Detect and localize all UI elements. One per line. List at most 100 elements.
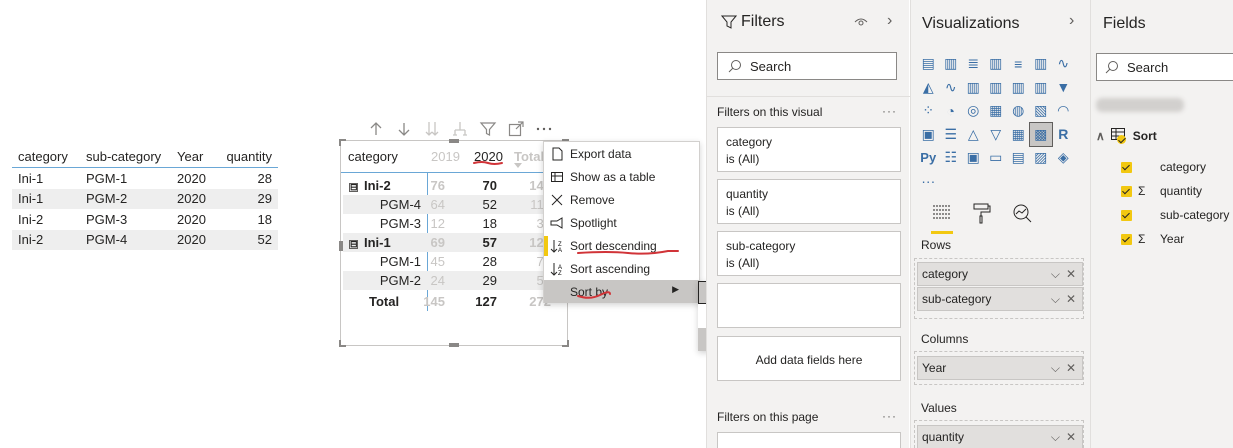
fields-search-input[interactable]: Search	[1096, 53, 1233, 81]
field-item-year[interactable]: Σ Year	[1121, 232, 1184, 246]
matrix-row[interactable]: ⊟ Ini-2 76 70 146	[343, 176, 551, 195]
collapse-icon[interactable]: ⊟	[349, 240, 358, 249]
filter-card-quantity[interactable]: quantity is (All)	[717, 179, 901, 224]
expand-hierarchy-icon[interactable]	[450, 119, 472, 139]
decomposition-tree-icon[interactable]: ▣	[962, 146, 985, 170]
card-icon[interactable]: ▣	[917, 123, 940, 147]
python-visual-icon[interactable]: Py	[917, 146, 940, 170]
menu-item-sort-descending[interactable]: ZA Sort descending	[544, 234, 699, 257]
next-level-icon[interactable]	[422, 119, 444, 139]
chevron-up-icon[interactable]: ∧	[1096, 129, 1105, 143]
line-column-icon[interactable]: ▥	[962, 76, 985, 100]
matrix-row[interactable]: PGM-2 24 29 53	[343, 271, 551, 290]
chevron-down-icon[interactable]: ⌵	[1051, 361, 1060, 376]
columns-field-year[interactable]: Year ⌵ ✕	[917, 356, 1083, 380]
gauge-icon[interactable]: ◠	[1052, 99, 1075, 123]
drill-up-icon[interactable]	[366, 119, 388, 139]
area-chart-icon[interactable]: ◭	[917, 76, 940, 100]
menu-item-remove[interactable]: Remove	[544, 188, 699, 211]
col-header-category[interactable]: category	[12, 149, 81, 164]
100-bar-icon[interactable]: ≡	[1007, 52, 1030, 76]
checkbox-checked[interactable]	[1121, 161, 1132, 173]
collapse-pane-icon[interactable]: ›	[1069, 12, 1074, 30]
resize-handle[interactable]	[449, 343, 459, 347]
analytics-tab[interactable]	[1011, 202, 1033, 227]
scatter-icon[interactable]: ⁘	[917, 99, 940, 123]
matrix-col-category[interactable]: category	[348, 149, 398, 164]
stacked-column-icon[interactable]: ▥	[940, 52, 963, 76]
100-column-icon[interactable]: ▥	[1030, 52, 1053, 76]
col-header-quantity[interactable]: quantity	[220, 149, 278, 164]
page-filter-drop-zone[interactable]	[717, 432, 901, 448]
more-options-icon[interactable]: ···	[882, 409, 897, 423]
clustered-column-icon[interactable]: ▥	[985, 52, 1008, 76]
line-chart-icon[interactable]: ∿	[1052, 52, 1075, 76]
rows-field-sub-category[interactable]: sub-category ⌵ ✕	[917, 287, 1083, 311]
eye-icon[interactable]	[854, 15, 868, 29]
field-item-category[interactable]: category	[1121, 160, 1206, 174]
menu-item-sort-ascending[interactable]: AZ Sort ascending	[544, 257, 699, 280]
matrix-col-2019[interactable]: 2019	[431, 149, 460, 164]
filled-map-icon[interactable]: ▧	[1030, 99, 1053, 123]
field-item-sub-category[interactable]: sub-category	[1121, 208, 1229, 222]
filter-icon[interactable]	[478, 119, 500, 139]
smart-narrative-icon[interactable]: ▤	[1007, 146, 1030, 170]
more-visuals-icon[interactable]: ···	[917, 170, 940, 194]
rows-field-category[interactable]: category ⌵ ✕	[917, 262, 1083, 286]
stacked-area-icon[interactable]: ∿	[940, 76, 963, 100]
map-icon[interactable]: ◍	[1007, 99, 1030, 123]
table-node-sort[interactable]: ∧ Sort	[1096, 128, 1157, 144]
col-header-sub-category[interactable]: sub-category	[81, 149, 172, 164]
checkbox-checked[interactable]	[1121, 233, 1132, 245]
matrix-row[interactable]: ⊟ Ini-1 69 57 126	[343, 233, 551, 252]
collapse-pane-icon[interactable]: ›	[887, 12, 892, 30]
line-clustered-column-icon[interactable]: ▥	[985, 76, 1008, 100]
close-icon[interactable]: ✕	[1066, 430, 1076, 444]
checkbox-checked[interactable]	[1121, 209, 1132, 221]
filter-card-empty[interactable]	[717, 283, 901, 328]
chevron-down-icon[interactable]: ⌵	[1051, 292, 1060, 307]
resize-corner[interactable]	[339, 340, 346, 347]
table-icon[interactable]: ▦	[1007, 123, 1030, 147]
col-header-year[interactable]: Year	[172, 149, 220, 164]
matrix-row[interactable]: PGM-4 64 52 116	[343, 195, 551, 214]
menu-item-sort-by[interactable]: Sort by ▶	[544, 280, 699, 303]
menu-item-show-as-table[interactable]: Show as a table	[544, 165, 699, 188]
drill-down-icon[interactable]	[394, 119, 416, 139]
close-icon[interactable]: ✕	[1066, 292, 1076, 306]
slicer-icon[interactable]: ▽	[985, 123, 1008, 147]
matrix-visual[interactable]: category 2019 2020 Total ⊟ Ini-2 76 70 14…	[339, 139, 569, 347]
focus-mode-icon[interactable]	[506, 119, 528, 139]
filters-search-input[interactable]: Search	[717, 52, 897, 80]
more-options-icon[interactable]	[534, 119, 556, 139]
field-item-quantity[interactable]: Σ quantity	[1121, 184, 1202, 198]
chevron-down-icon[interactable]: ⌵	[1051, 267, 1060, 282]
matrix-col-total[interactable]: Total	[514, 149, 544, 164]
key-influencers-icon[interactable]: ☷	[940, 146, 963, 170]
format-tab[interactable]	[971, 202, 993, 227]
menu-item-spotlight[interactable]: Spotlight	[544, 211, 699, 234]
treemap-icon[interactable]: ▦	[985, 99, 1008, 123]
matrix-col-2020[interactable]: 2020	[474, 149, 503, 164]
clustered-bar-icon[interactable]: ≣	[962, 52, 985, 76]
matrix-row[interactable]: PGM-3 12 18 30	[343, 214, 551, 233]
qa-icon[interactable]: ▭	[985, 146, 1008, 170]
more-options-icon[interactable]: ···	[882, 104, 897, 118]
waterfall-icon[interactable]: ▥	[1030, 76, 1053, 100]
fields-tab[interactable]	[931, 202, 953, 234]
r-visual-icon[interactable]: R	[1052, 123, 1075, 147]
pie-chart-icon[interactable]: ◔	[940, 99, 963, 123]
power-apps-icon[interactable]: ◈	[1052, 146, 1075, 170]
matrix-row[interactable]: PGM-1 45 28 73	[343, 252, 551, 271]
resize-corner[interactable]	[562, 340, 569, 347]
funnel-icon[interactable]: ▼	[1052, 76, 1075, 100]
multi-row-card-icon[interactable]: ☰	[940, 123, 963, 147]
kpi-icon[interactable]: △	[962, 123, 985, 147]
stacked-bar-icon[interactable]: ▤	[917, 52, 940, 76]
filter-card-sub-category[interactable]: sub-category is (All)	[717, 231, 901, 276]
donut-chart-icon[interactable]: ◎	[962, 99, 985, 123]
menu-item-export-data[interactable]: Export data	[544, 142, 699, 165]
filter-card-category[interactable]: category is (All)	[717, 127, 901, 172]
chevron-down-icon[interactable]: ⌵	[1051, 430, 1060, 445]
matrix-total-row[interactable]: Total 145 127 272	[343, 292, 551, 311]
